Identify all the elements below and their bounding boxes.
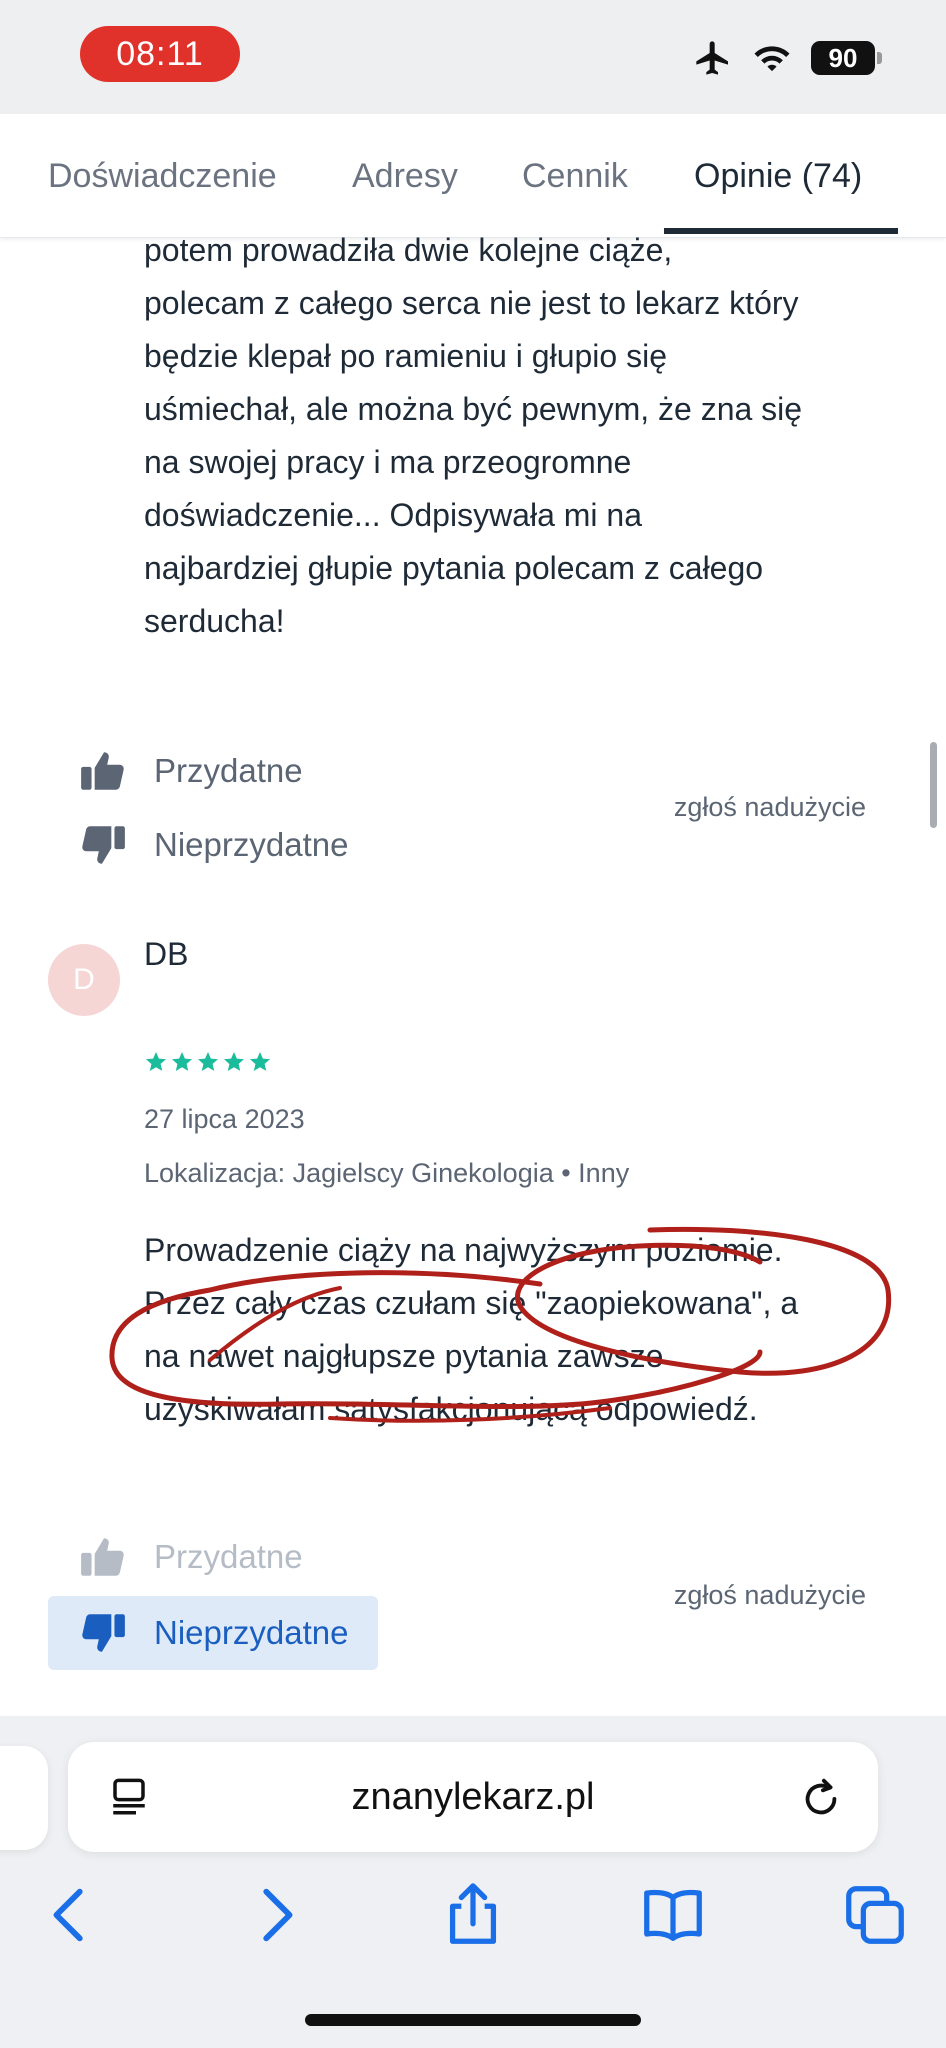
thumbs-up-icon: [81, 1538, 124, 1576]
review-line: uśmiechał, ale można być pewnym, że zna …: [144, 391, 803, 427]
forward-chevron-icon[interactable]: [240, 1880, 310, 1950]
review-line: uzyskiwałam satysfakcjonującą odpowiedź.: [144, 1391, 758, 1427]
star-icon: [146, 1052, 166, 1071]
review-line: najbardziej głupie pytania polecam z cał…: [144, 550, 764, 586]
url-text: znanylekarz.pl: [351, 1776, 595, 1818]
helpful-label: Przydatne: [154, 752, 303, 789]
status-icons: 90: [693, 38, 882, 78]
scrollbar[interactable]: [930, 742, 937, 828]
star-icon: [198, 1052, 218, 1071]
back-chevron-icon[interactable]: [36, 1880, 106, 1950]
review-author: DB: [144, 936, 189, 972]
address-bar[interactable]: znanylekarz.pl: [68, 1742, 878, 1852]
bookmarks-icon[interactable]: [638, 1880, 708, 1950]
helpful-button[interactable]: Przydatne: [78, 1532, 303, 1582]
thumbs-up-icon: [81, 752, 124, 790]
review-line: polecam z całego serca nie jest to lekar…: [144, 285, 799, 321]
avatar: D: [48, 944, 120, 1016]
browser-toolbar: [0, 1880, 946, 1960]
previous-tab-card[interactable]: [0, 1746, 48, 1850]
report-abuse-link[interactable]: zgłoś nadużycie: [674, 1580, 866, 1611]
review-line: doświadczenie... Odpisywała mi na: [144, 497, 643, 533]
thumbs-down-icon: [82, 826, 125, 864]
not-helpful-button-previous[interactable]: Nieprzydatne: [78, 820, 348, 870]
tab-experience[interactable]: Doświadczenie: [48, 114, 277, 238]
share-icon[interactable]: [438, 1880, 508, 1950]
review-line: na nawet najgłupsze pytania zawsze: [144, 1338, 664, 1374]
helpful-label: Przydatne: [154, 1538, 303, 1575]
tab-reviews[interactable]: Opinie (74): [694, 114, 862, 238]
star-icon: [224, 1052, 244, 1071]
star-icon: [172, 1052, 192, 1071]
review-location: Lokalizacja: Jagielscy Ginekologia • Inn…: [144, 1158, 630, 1188]
not-helpful-label: Nieprzydatne: [154, 1614, 349, 1651]
review-text: Prowadzenie ciąży na najwyższym poziomie…: [144, 1224, 904, 1436]
battery-tip: [877, 52, 882, 64]
airplane-icon: [696, 41, 728, 75]
battery-level: 90: [811, 41, 875, 75]
report-abuse-link-previous[interactable]: zgłoś nadużycie: [674, 792, 866, 823]
status-bar: 08:11 90: [0, 0, 946, 114]
tabs-icon[interactable]: [840, 1880, 910, 1950]
helpful-button-previous[interactable]: Przydatne: [78, 746, 303, 796]
status-time: 08:11: [80, 26, 240, 82]
star-icon: [250, 1052, 270, 1071]
not-helpful-button-selected[interactable]: Nieprzydatne: [48, 1596, 379, 1670]
thumbs-down-icon: [82, 1614, 125, 1652]
tab-addresses[interactable]: Adresy: [352, 114, 458, 238]
not-helpful-label: Nieprzydatne: [154, 826, 349, 863]
review-text-previous: potem prowadziła dwie kolejne ciąże, pol…: [144, 224, 904, 648]
home-indicator: [305, 2014, 641, 2026]
tab-pricing[interactable]: Cennik: [522, 114, 628, 238]
profile-tabs: Doświadczenie Adresy Cennik Opinie (74): [0, 114, 946, 238]
battery-indicator: 90: [811, 41, 882, 75]
review-line: Przez cały czas czułam się "zaopiekowana…: [144, 1285, 799, 1321]
reload-icon[interactable]: [798, 1774, 844, 1820]
review-line: serducha!: [144, 603, 285, 639]
review-date: 27 lipca 2023: [144, 1104, 305, 1134]
wifi-icon: [754, 46, 790, 72]
rating-stars: [144, 1050, 272, 1074]
review-line: Prowadzenie ciąży na najwyższym poziomie…: [144, 1232, 783, 1268]
review-line: będzie klepał po ramieniu i głupio się: [144, 338, 667, 374]
review-line: na swojej pracy i ma przeogromne: [144, 444, 632, 480]
review-line: potem prowadziła dwie kolejne ciąże,: [144, 232, 673, 268]
